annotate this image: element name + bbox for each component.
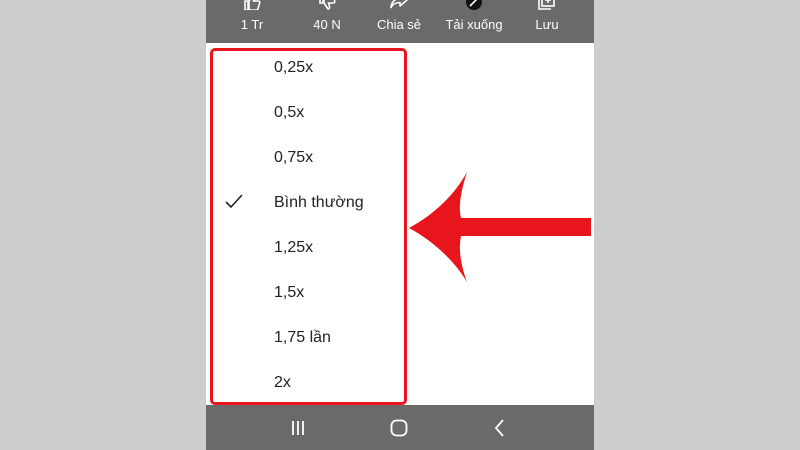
checkmark-icon	[225, 194, 243, 209]
dislike-count: 40 N	[313, 17, 341, 32]
speed-option-0-5x[interactable]: 0,5x	[206, 90, 594, 135]
speed-option-label: 0,5x	[274, 104, 305, 121]
save-button[interactable]: Lưu	[512, 0, 582, 43]
speed-option-label: 0,25x	[274, 59, 314, 76]
like-count: 1 Tr	[240, 17, 264, 32]
home-icon[interactable]	[387, 416, 411, 440]
recent-apps-icon[interactable]	[286, 416, 310, 440]
save-to-playlist-icon	[538, 0, 555, 10]
share-button[interactable]: Chia sẻ	[364, 0, 434, 43]
back-icon[interactable]	[488, 416, 512, 440]
thumbs-up-icon	[244, 0, 261, 10]
download-label: Tải xuống	[445, 17, 503, 32]
speed-option-label: 1,25x	[274, 239, 314, 256]
speed-option-0-25x[interactable]: 0,25x	[206, 45, 594, 90]
share-icon	[390, 0, 408, 9]
speed-option-label: Bình thường	[274, 194, 364, 211]
speed-option-1-75x[interactable]: 1,75 lần	[206, 315, 594, 360]
like-button[interactable]: 1 Tr	[217, 0, 287, 43]
dislike-button[interactable]: 40 N	[292, 0, 362, 43]
speed-option-label: 2x	[274, 374, 291, 391]
download-button[interactable]: Tải xuống	[439, 0, 509, 43]
speed-option-2x[interactable]: 2x	[206, 360, 594, 405]
video-action-bar: 1 Tr 40 N Chia sẻ Tải xuống Lưu	[206, 0, 594, 43]
share-label: Chia sẻ	[376, 17, 422, 32]
speed-option-label: 0,75x	[274, 149, 314, 166]
download-icon	[466, 0, 482, 10]
thumbs-down-icon	[319, 0, 336, 10]
speed-option-label: 1,75 lần	[274, 329, 331, 346]
save-label: Lưu	[535, 17, 559, 32]
speed-option-label: 1,5x	[274, 284, 305, 301]
annotation-arrow-icon	[409, 172, 591, 282]
system-navigation-bar	[206, 405, 594, 450]
